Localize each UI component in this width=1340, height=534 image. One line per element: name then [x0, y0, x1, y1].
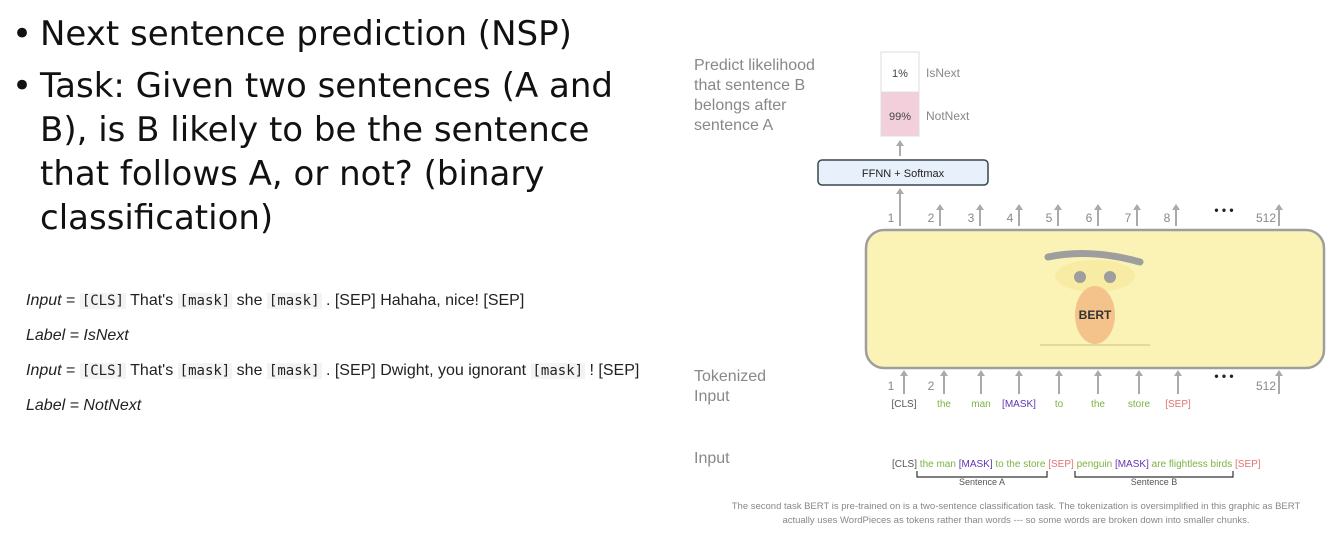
token: the — [937, 399, 951, 410]
token-arrow-head — [1015, 370, 1023, 376]
token-arrow-head — [1275, 370, 1283, 376]
output-arrow-head — [896, 140, 904, 146]
input-sentence-segment: [MASK] — [1115, 459, 1149, 470]
position-number: 7 — [1125, 211, 1132, 225]
input-number: 1 — [888, 379, 895, 393]
input-number: 512 — [1256, 379, 1276, 393]
token-arrow-head — [1055, 370, 1063, 376]
position-arrow-head — [1094, 204, 1102, 210]
token-arrow-head — [1174, 370, 1182, 376]
input-sentence-segment: [MASK] — [959, 459, 993, 470]
tokenized-label-line: Tokenized — [694, 368, 766, 385]
bert-eye-right — [1104, 271, 1116, 283]
tokenized-label-line: Input — [694, 388, 730, 405]
position-arrow-head — [1054, 204, 1062, 210]
position-arrow-head — [936, 204, 944, 210]
bert-eye-left — [1074, 271, 1086, 283]
token: store — [1128, 399, 1151, 410]
token: [MASK] — [1002, 399, 1036, 410]
input-label: Input — [694, 450, 730, 467]
sentence-a-label: Sentence A — [959, 477, 1005, 487]
position-arrow-head — [1172, 204, 1180, 210]
token-arrow-head — [977, 370, 985, 376]
position-arrow-head — [976, 204, 984, 210]
position-number: 2 — [928, 211, 935, 225]
token: the — [1091, 399, 1105, 410]
position-number: 5 — [1046, 211, 1053, 225]
notnext-label: NotNext — [926, 109, 970, 123]
token: [SEP] — [1165, 399, 1191, 410]
diagram-caption-line: The second task BERT is pre-trained on i… — [732, 501, 1301, 512]
position-arrow-head — [1133, 204, 1141, 210]
notnext-percent: 99% — [889, 111, 911, 123]
position-arrow-head — [1015, 204, 1023, 210]
input-sentence-segment: [CLS] — [892, 459, 920, 470]
predict-label-line: belongs after — [694, 97, 787, 114]
ellipsis-top: • • • — [1214, 203, 1233, 217]
position-arrow-head — [1275, 204, 1283, 210]
input-sentence-segment: [SEP] — [1235, 459, 1261, 470]
token: [CLS] — [891, 399, 916, 410]
predict-label-line: that sentence B — [694, 77, 805, 94]
ffnn-softmax-label: FFNN + Softmax — [862, 168, 945, 180]
nsp-diagram: Predict likelihood that sentence B belongs… — [694, 51, 1326, 526]
position-number: 3 — [968, 211, 975, 225]
input-sentence-segment: penguin — [1074, 459, 1115, 470]
input-sentence-segment: to the store — [993, 459, 1049, 470]
input-sentence-segment: are flightless birds — [1149, 459, 1235, 470]
token-arrow-head — [1135, 370, 1143, 376]
token-arrow-head — [940, 370, 948, 376]
position-number: 6 — [1086, 211, 1093, 225]
input-sentence: [CLS] the man [MASK] to the store [SEP] … — [892, 459, 1261, 470]
bert-label: BERT — [1079, 308, 1112, 322]
position-number: 8 — [1164, 211, 1171, 225]
isnext-label: IsNext — [926, 66, 961, 80]
position-arrow-head — [896, 188, 904, 194]
token-arrow-head — [900, 370, 908, 376]
position-number: 1 — [888, 211, 895, 225]
token-arrow-head — [1094, 370, 1102, 376]
input-sentence-segment: [SEP] — [1048, 459, 1074, 470]
position-number: 512 — [1256, 211, 1276, 225]
sentence-b-label: Sentence B — [1131, 477, 1178, 487]
input-sentence-segment: the man — [920, 459, 959, 470]
token: to — [1055, 399, 1064, 410]
predict-label-line: sentence A — [694, 117, 774, 134]
token: man — [971, 399, 990, 410]
input-number: 2 — [928, 379, 935, 393]
predict-label-line: Predict likelihood — [694, 57, 815, 74]
ellipsis-bottom: • • • — [1214, 369, 1233, 383]
position-number: 4 — [1007, 211, 1014, 225]
isnext-percent: 1% — [892, 68, 908, 80]
diagram-caption-line: actually uses WordPieces as tokens rathe… — [782, 515, 1249, 526]
